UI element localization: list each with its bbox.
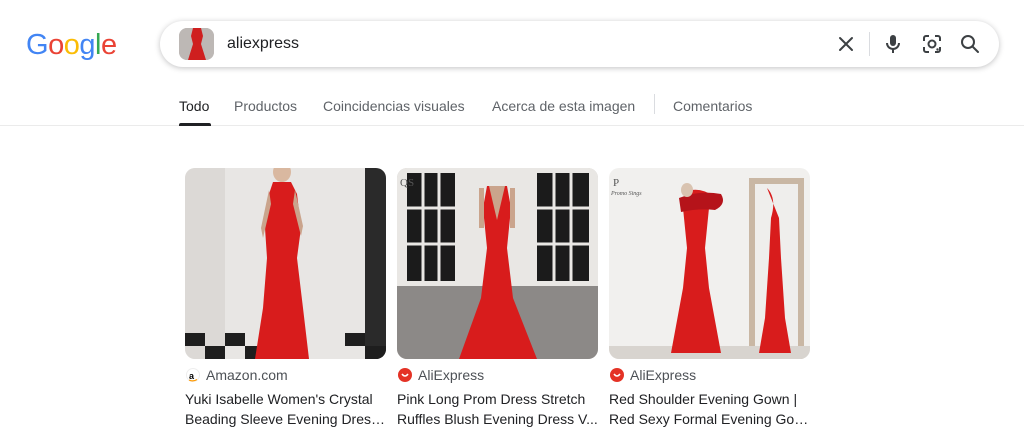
result-card[interactable]: P Promo Sings AliExpress Red Shoulder Ev… (609, 168, 810, 429)
search-input[interactable]: aliexpress (227, 33, 299, 55)
image-watermark-text: Promo Sings (610, 191, 642, 197)
search-icon[interactable] (958, 32, 982, 56)
clear-icon[interactable] (834, 32, 858, 56)
result-image[interactable]: P Promo Sings (609, 168, 810, 359)
result-source[interactable]: Amazon.com (206, 366, 288, 384)
svg-text:a: a (189, 371, 195, 381)
image-watermark-text: P (613, 177, 619, 189)
google-lens-icon[interactable] (920, 32, 944, 56)
tab-separator (654, 94, 655, 114)
result-image[interactable]: QS (397, 168, 598, 359)
search-bar-divider (869, 32, 870, 56)
aliexpress-favicon-icon (610, 368, 624, 382)
results-tabs: Todo Productos Coincidencias visuales Ac… (0, 86, 1024, 126)
microphone-icon[interactable] (881, 32, 905, 56)
image-watermark-text: QS (400, 177, 414, 189)
result-title[interactable]: Red Shoulder Evening Gown | Red Sexy For… (609, 389, 810, 429)
google-logo[interactable]: Google (26, 29, 117, 61)
query-image-thumbnail[interactable] (179, 28, 214, 60)
result-card[interactable]: QS AliExpress Pink Long Prom Dress Stret… (397, 168, 598, 429)
search-bar: aliexpress (160, 21, 999, 67)
amazon-favicon-icon: a (186, 368, 200, 382)
aliexpress-favicon-icon (398, 368, 412, 382)
tab-coincidencias-visuales[interactable]: Coincidencias visuales (323, 96, 465, 116)
tab-comentarios[interactable]: Comentarios (673, 96, 752, 116)
tab-acerca-de-esta-imagen[interactable]: Acerca de esta imagen (492, 96, 635, 116)
result-image[interactable] (185, 168, 386, 359)
result-source[interactable]: AliExpress (418, 366, 484, 384)
result-title[interactable]: Yuki Isabelle Women's Crystal Beading Sl… (185, 389, 386, 429)
result-title[interactable]: Pink Long Prom Dress Stretch Ruffles Blu… (397, 389, 598, 429)
result-source[interactable]: AliExpress (630, 366, 696, 384)
result-card[interactable]: a Amazon.com Yuki Isabelle Women's Cryst… (185, 168, 386, 429)
tab-todo[interactable]: Todo (179, 96, 209, 116)
active-tab-indicator (179, 123, 211, 126)
tab-productos[interactable]: Productos (234, 96, 297, 116)
